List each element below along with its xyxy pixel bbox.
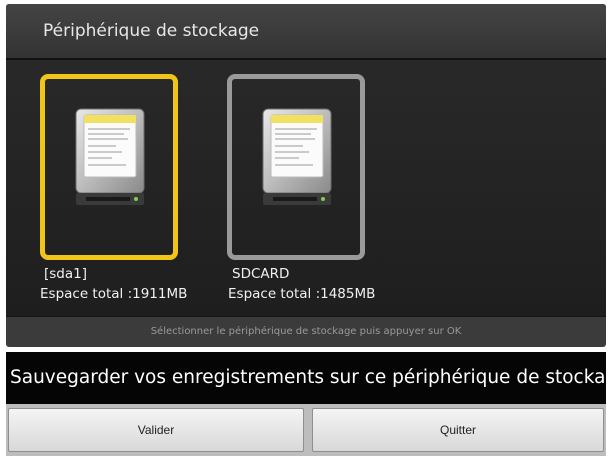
confirm-button[interactable]: Valider bbox=[8, 408, 304, 452]
device-space: Espace total :1911MB bbox=[40, 286, 188, 302]
title-divider bbox=[6, 58, 606, 60]
dialog-question: Sauvegarder vos enregistrements sur ce p… bbox=[6, 352, 612, 404]
dialog-buttons: Valider Quitter bbox=[8, 408, 604, 452]
title-bar: Périphérique de stockage bbox=[6, 4, 606, 58]
device-tile-sda1[interactable] bbox=[40, 74, 178, 260]
status-bar: Sélectionner le périphérique de stockage… bbox=[6, 316, 606, 347]
status-text: Sélectionner le périphérique de stockage… bbox=[150, 326, 462, 337]
page-title: Périphérique de stockage bbox=[43, 21, 260, 41]
storage-panel: Périphérique de stockage [sda1] Espace t… bbox=[6, 4, 606, 347]
confirm-dialog: Sauvegarder vos enregistrements sur ce p… bbox=[6, 352, 612, 456]
device-name: SDCARD bbox=[232, 266, 290, 282]
quit-button[interactable]: Quitter bbox=[312, 408, 604, 452]
device-space: Espace total :1485MB bbox=[228, 286, 376, 302]
hard-drive-icon bbox=[75, 108, 145, 205]
device-name: [sda1] bbox=[44, 266, 87, 282]
device-tile-sdcard[interactable] bbox=[227, 74, 365, 260]
hard-drive-icon bbox=[262, 108, 332, 205]
